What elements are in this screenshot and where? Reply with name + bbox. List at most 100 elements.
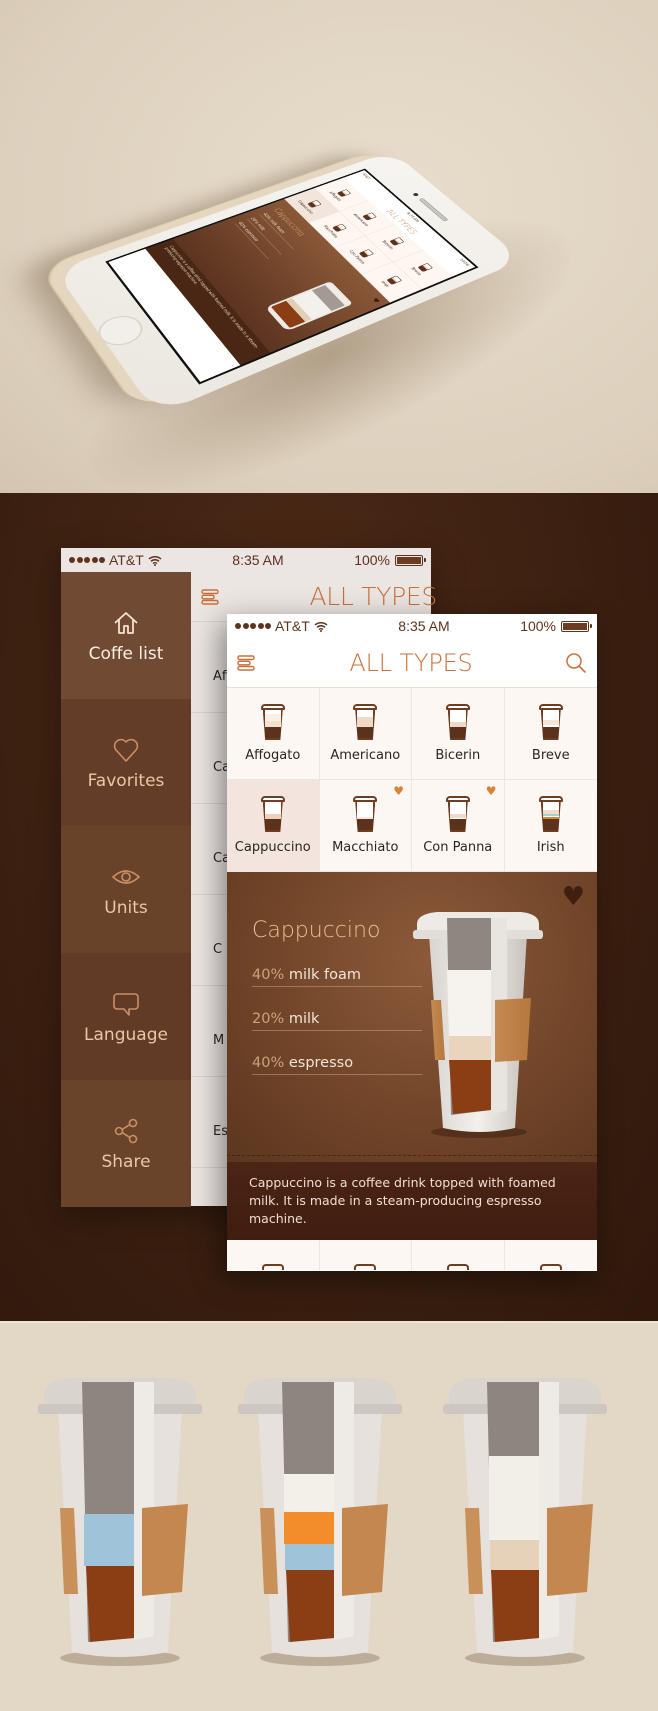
detail-description: Cappuccino is a coffee drink topped with… xyxy=(227,1162,597,1240)
cup-icon xyxy=(260,704,285,740)
favorite-toggle-heart-icon[interactable]: ♥ xyxy=(562,884,585,910)
ingredient-name: milk foam xyxy=(288,967,362,983)
cup-icon xyxy=(358,248,375,258)
ingredient-row: 40% milk foam xyxy=(252,967,422,987)
hamburger-icon[interactable] xyxy=(237,654,257,671)
cup-icon xyxy=(332,223,348,233)
sidebar-item-units[interactable]: Units xyxy=(61,826,191,953)
coffee-cell-affogato[interactable]: Affogato xyxy=(227,688,320,780)
carrier: AT&T xyxy=(275,618,310,634)
all-types-screen: AT&T 8:35 AM 100% ALL TYPES Affogato Ame… xyxy=(227,614,597,1271)
coffee-cell-bicerin[interactable]: Bicerin xyxy=(412,688,505,780)
cup-icon xyxy=(389,236,405,246)
nav-bar: ALL TYPES xyxy=(227,638,597,688)
sidebar-item-label: Language xyxy=(84,1024,168,1045)
speech-bubble-icon xyxy=(113,992,139,1016)
coffee-cell-macchiato[interactable]: ♥ Macchiato xyxy=(319,780,412,872)
ingredient-name: milk xyxy=(288,1011,320,1027)
battery-percent: 100% xyxy=(354,552,390,568)
cup-icon xyxy=(261,1264,284,1270)
clock: 8:35 AM xyxy=(232,552,284,568)
favorite-heart-icon[interactable]: ♥ xyxy=(393,784,404,798)
coffee-name: Affogato xyxy=(245,748,301,763)
status-bar: AT&T 8:35 AM 100% xyxy=(61,548,431,572)
cup-icon xyxy=(445,704,470,740)
carrier: AT&T xyxy=(109,552,144,568)
sidebar-item-coffe-list[interactable]: Coffe list xyxy=(61,572,191,699)
peek-cell xyxy=(412,1240,505,1270)
cup-foam-milk-espresso-illustration xyxy=(443,1378,607,1666)
cup-icon xyxy=(446,1264,469,1270)
page-title: ALL TYPES xyxy=(349,648,473,677)
ingredient-percent: 20% xyxy=(252,1011,285,1027)
coffee-name: Cappuccino xyxy=(234,840,311,855)
peek-cell xyxy=(227,1240,320,1270)
coffee-cell-cappuccino[interactable]: Cappuccino xyxy=(227,780,320,872)
home-button xyxy=(91,310,150,351)
heart-icon: ♥ xyxy=(369,297,381,305)
cup-icon xyxy=(538,796,563,832)
battery-percent: 100% xyxy=(520,618,556,634)
ingredient-percent: 40% xyxy=(252,967,285,983)
search-icon[interactable] xyxy=(565,652,587,674)
ingredient-name: espresso xyxy=(288,1055,354,1071)
ingredient-row: 20% milk xyxy=(252,1011,422,1031)
peek-cell xyxy=(320,1240,412,1270)
phone-mockup-3d: AT&T 8:35 AM 100% ALL TYPES Affogato Ame… xyxy=(0,0,658,547)
list-item-label: C xyxy=(213,942,223,957)
eye-icon xyxy=(111,869,141,884)
favorite-heart-icon[interactable]: ♥ xyxy=(486,784,497,798)
share-icon xyxy=(114,1118,138,1143)
coffee-detail-card: ♥ Cappuccino 40% milk foam 20% milk 40% … xyxy=(227,872,597,1162)
detail-title: Cappuccino xyxy=(252,918,381,943)
coffee-name: Bicerin xyxy=(435,748,481,763)
grid-peek-row xyxy=(227,1240,597,1270)
background-title: ALL TYPES xyxy=(309,582,438,611)
home-icon xyxy=(114,611,138,634)
cup-icon xyxy=(417,262,434,273)
cup-icon xyxy=(362,212,378,221)
battery-icon xyxy=(561,620,592,632)
signal-icon xyxy=(69,557,105,563)
hamburger-icon[interactable] xyxy=(201,588,221,605)
cup-icon xyxy=(354,1264,377,1270)
cup-illustrations xyxy=(0,1323,658,1711)
coffee-cell-con-panna[interactable]: ♥ Con Panna xyxy=(412,780,505,872)
coffee-name: Macchiato xyxy=(332,840,399,855)
sidebar-item-favorites[interactable]: Favorites xyxy=(61,699,191,826)
coffee-grid: Affogato Americano Bicerin Breve Cappucc… xyxy=(227,688,597,872)
sidebar: Coffe list Favorites Units Language Shar… xyxy=(61,572,191,1207)
coffee-cell-breve[interactable]: Breve xyxy=(504,688,597,780)
sidebar-item-label: Favorites xyxy=(87,770,165,791)
coffee-cell-irish[interactable]: Irish xyxy=(504,780,597,872)
wifi-icon xyxy=(148,555,162,566)
ingredient-percent: 40% xyxy=(252,1055,285,1071)
cup-icon xyxy=(538,704,563,740)
coffee-cell-americano[interactable]: Americano xyxy=(319,688,412,780)
cup-foam-orange-water-espresso-illustration xyxy=(238,1378,402,1666)
cappuccino-cup-illustration xyxy=(413,912,543,1138)
sidebar-item-label: Coffe list xyxy=(88,643,164,664)
coffee-name: Irish xyxy=(536,840,565,855)
sidebar-item-label: Share xyxy=(101,1151,151,1172)
sidebar-item-share[interactable]: Share xyxy=(61,1080,191,1207)
clock: 8:35 AM xyxy=(398,618,450,634)
cup-icon xyxy=(353,796,378,832)
ingredient-row: 40% espresso xyxy=(252,1055,422,1075)
cup-icon xyxy=(260,796,285,832)
hero-section: AT&T 8:35 AM 100% ALL TYPES Affogato Ame… xyxy=(0,0,658,547)
cup-water-espresso-illustration xyxy=(38,1378,202,1666)
coffee-name: Con Panna xyxy=(423,840,493,855)
camera-icon xyxy=(412,192,420,197)
list-item-label: M xyxy=(213,1033,225,1048)
sidebar-item-language[interactable]: Language xyxy=(61,953,191,1080)
sidebar-item-label: Units xyxy=(104,897,148,918)
wifi-icon xyxy=(314,621,328,632)
cup-icon xyxy=(386,275,403,285)
cup-icon xyxy=(353,704,378,740)
cup-icon xyxy=(307,199,322,208)
peek-cell xyxy=(505,1240,598,1270)
status-bar: AT&T 8:35 AM 100% xyxy=(227,614,597,638)
cup-icon xyxy=(336,189,352,197)
cup-illustration xyxy=(265,281,354,332)
